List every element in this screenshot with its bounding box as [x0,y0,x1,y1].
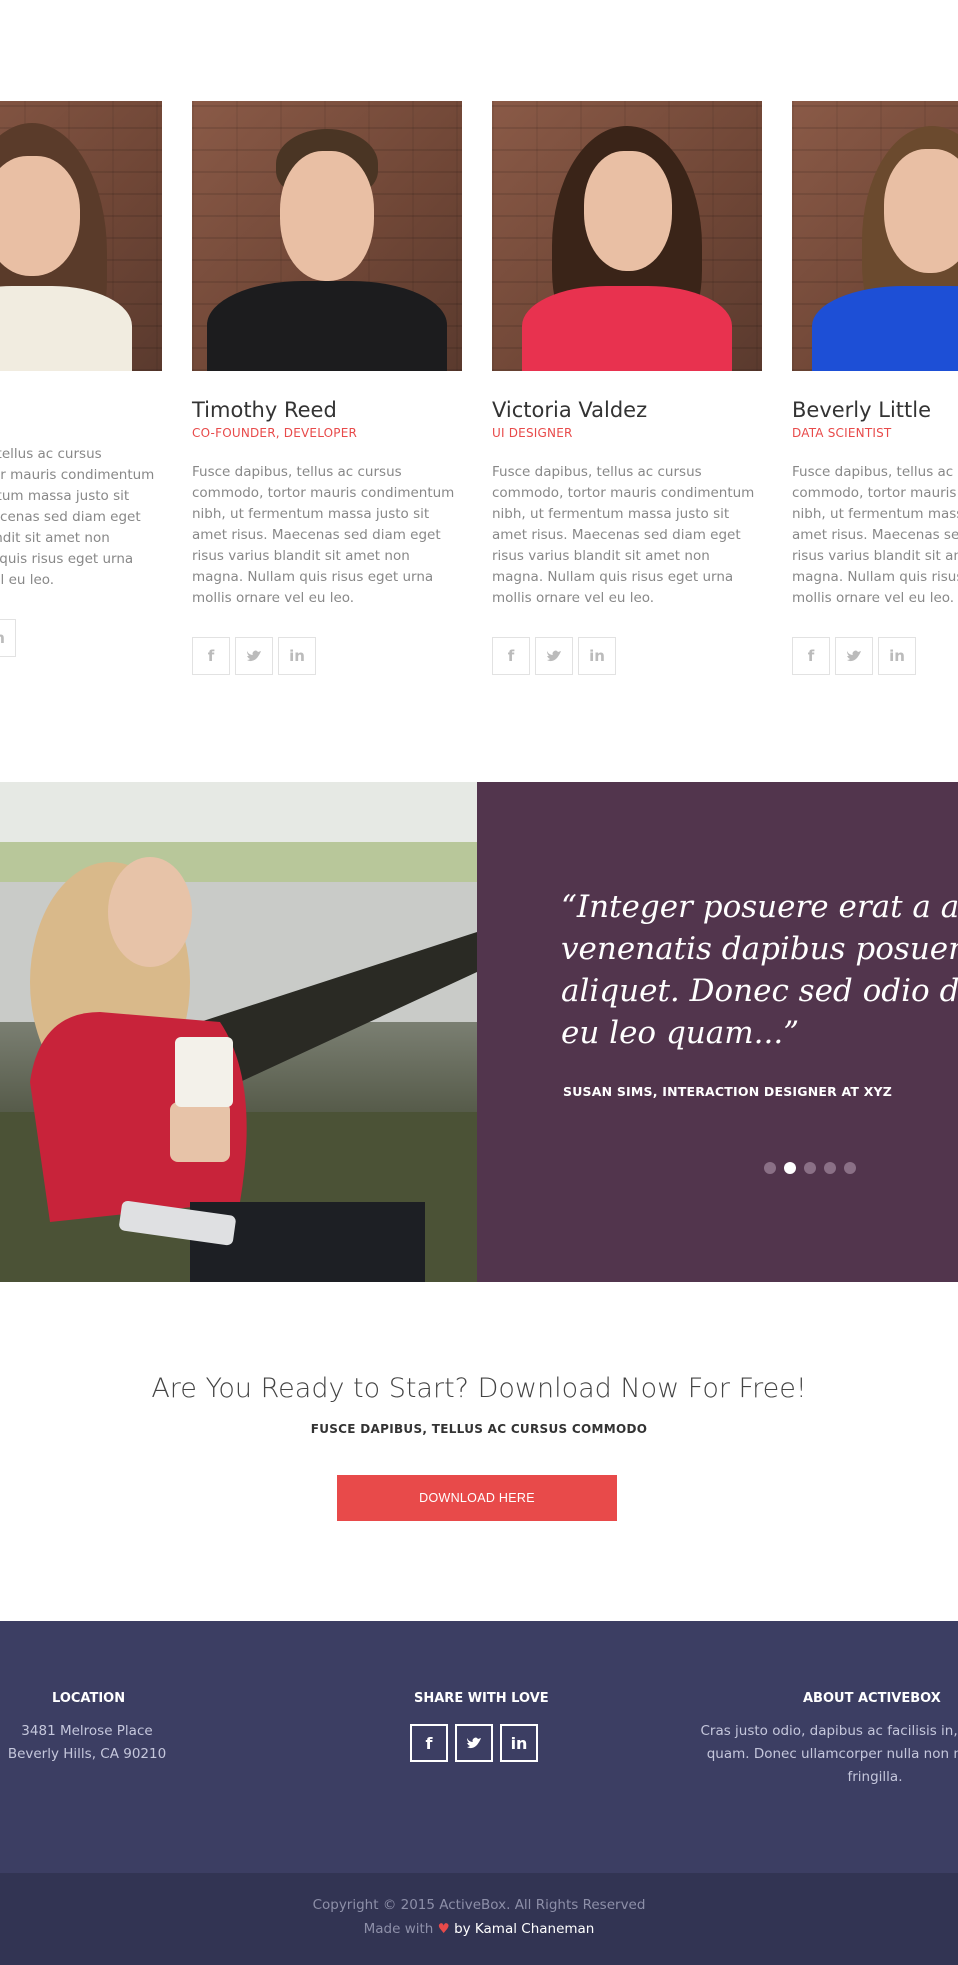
team-member-name: Beverly Little [792,398,932,422]
team-member-role: UI DESIGNER [492,426,573,440]
facebook-icon[interactable]: f [410,1724,448,1762]
carousel-dot[interactable] [824,1162,836,1174]
footer-bottom: Copyright © 2015 ActiveBox. All Rights R… [0,1873,958,1965]
carousel-dots [764,1162,856,1174]
cta-subtitle: FUSCE DAPIBUS, TELLUS AC CURSUS COMMODO [310,1422,648,1436]
team-card: Victoria Valdez UI DESIGNER Fusce dapibu… [492,101,762,675]
cta-title: Are You Ready to Start? Download Now For… [151,1373,807,1404]
testimonial-photo [0,782,477,1282]
team-member-photo [192,101,462,371]
testimonial-author: SUSAN SIMS, INTERACTION DESIGNER AT XYZ [563,1084,893,1099]
team-section: ds Fusce dapibus, tellus ac cursus commo… [0,0,958,782]
twitter-icon[interactable] [235,637,273,675]
footer-social-links: f in [410,1724,538,1762]
team-member-socials: f in [792,637,958,675]
heart-icon: ♥ [437,1921,450,1937]
carousel-dot[interactable] [804,1162,816,1174]
team-member-name: Timothy Reed [192,398,337,422]
carousel-dot-active[interactable] [784,1162,796,1174]
download-button[interactable]: DOWNLOAD HERE [337,1475,617,1521]
twitter-icon[interactable] [535,637,573,675]
about-text: Cras justo odio, dapibus ac facilisis in… [700,1723,958,1785]
team-member-role: DATA SCIENTIST [792,426,892,440]
team-member-socials: f in [492,637,762,675]
facebook-icon[interactable]: f [492,637,530,675]
facebook-icon[interactable]: f [792,637,830,675]
made-with: Made with ♥ by Kamal Chaneman [0,1921,958,1937]
twitter-icon[interactable] [835,637,873,675]
team-member-socials: f in [0,619,162,657]
address-line-2: Beverly Hills, CA 90210 [7,1746,167,1762]
team-card: Beverly Little DATA SCIENTIST Fusce dapi… [792,101,958,675]
location-address: 3481 Melrose Place Beverly Hills, CA 902… [0,1720,174,1766]
copyright: Copyright © 2015 ActiveBox. All Rights R… [312,1897,646,1913]
linkedin-icon[interactable]: in [578,637,616,675]
team-card: ds Fusce dapibus, tellus ac cursus commo… [0,101,162,657]
team-member-name: ds [0,398,162,422]
team-member-role: CO-FOUNDER, DEVELOPER [192,426,358,440]
footer: LOCATION 3481 Melrose Place Beverly Hill… [0,1621,958,1873]
linkedin-icon[interactable]: in [878,637,916,675]
twitter-icon[interactable] [455,1724,493,1762]
share-title: SHARE WITH LOVE [414,1691,549,1706]
linkedin-icon[interactable]: in [500,1724,538,1762]
carousel-dot[interactable] [844,1162,856,1174]
testimonial-panel: “Integer posuere erat a ante venenatis d… [477,782,958,1282]
team-member-photo [792,101,958,371]
author-link[interactable]: by Kamal Chaneman [454,1921,594,1937]
team-card: Timothy Reed CO-FOUNDER, DEVELOPER Fusce… [192,101,462,675]
facebook-icon[interactable]: f [192,637,230,675]
carousel-dot[interactable] [764,1162,776,1174]
team-member-photo [0,101,162,371]
team-member-socials: f in [192,637,462,675]
location-title: LOCATION [52,1691,126,1706]
team-member-bio: Fusce dapibus, tellus ac cursus commodo,… [192,464,455,606]
linkedin-icon[interactable]: in [0,619,16,657]
testimonial-quote: “Integer posuere erat a ante venenatis d… [561,889,958,1051]
about-title: ABOUT ACTIVEBOX [803,1691,941,1706]
address-line-1: 3481 Melrose Place [21,1723,153,1739]
made-with-label: Made with [363,1921,434,1937]
team-member-bio: Fusce dapibus, tellus ac cursus commodo,… [492,464,755,606]
team-member-photo [492,101,762,371]
team-member-name: Victoria Valdez [492,398,648,422]
team-member-bio: Fusce dapibus, tellus ac cursus commodo,… [792,464,958,606]
team-member-bio: Fusce dapibus, tellus ac cursus commodo,… [0,446,155,588]
linkedin-icon[interactable]: in [278,637,316,675]
